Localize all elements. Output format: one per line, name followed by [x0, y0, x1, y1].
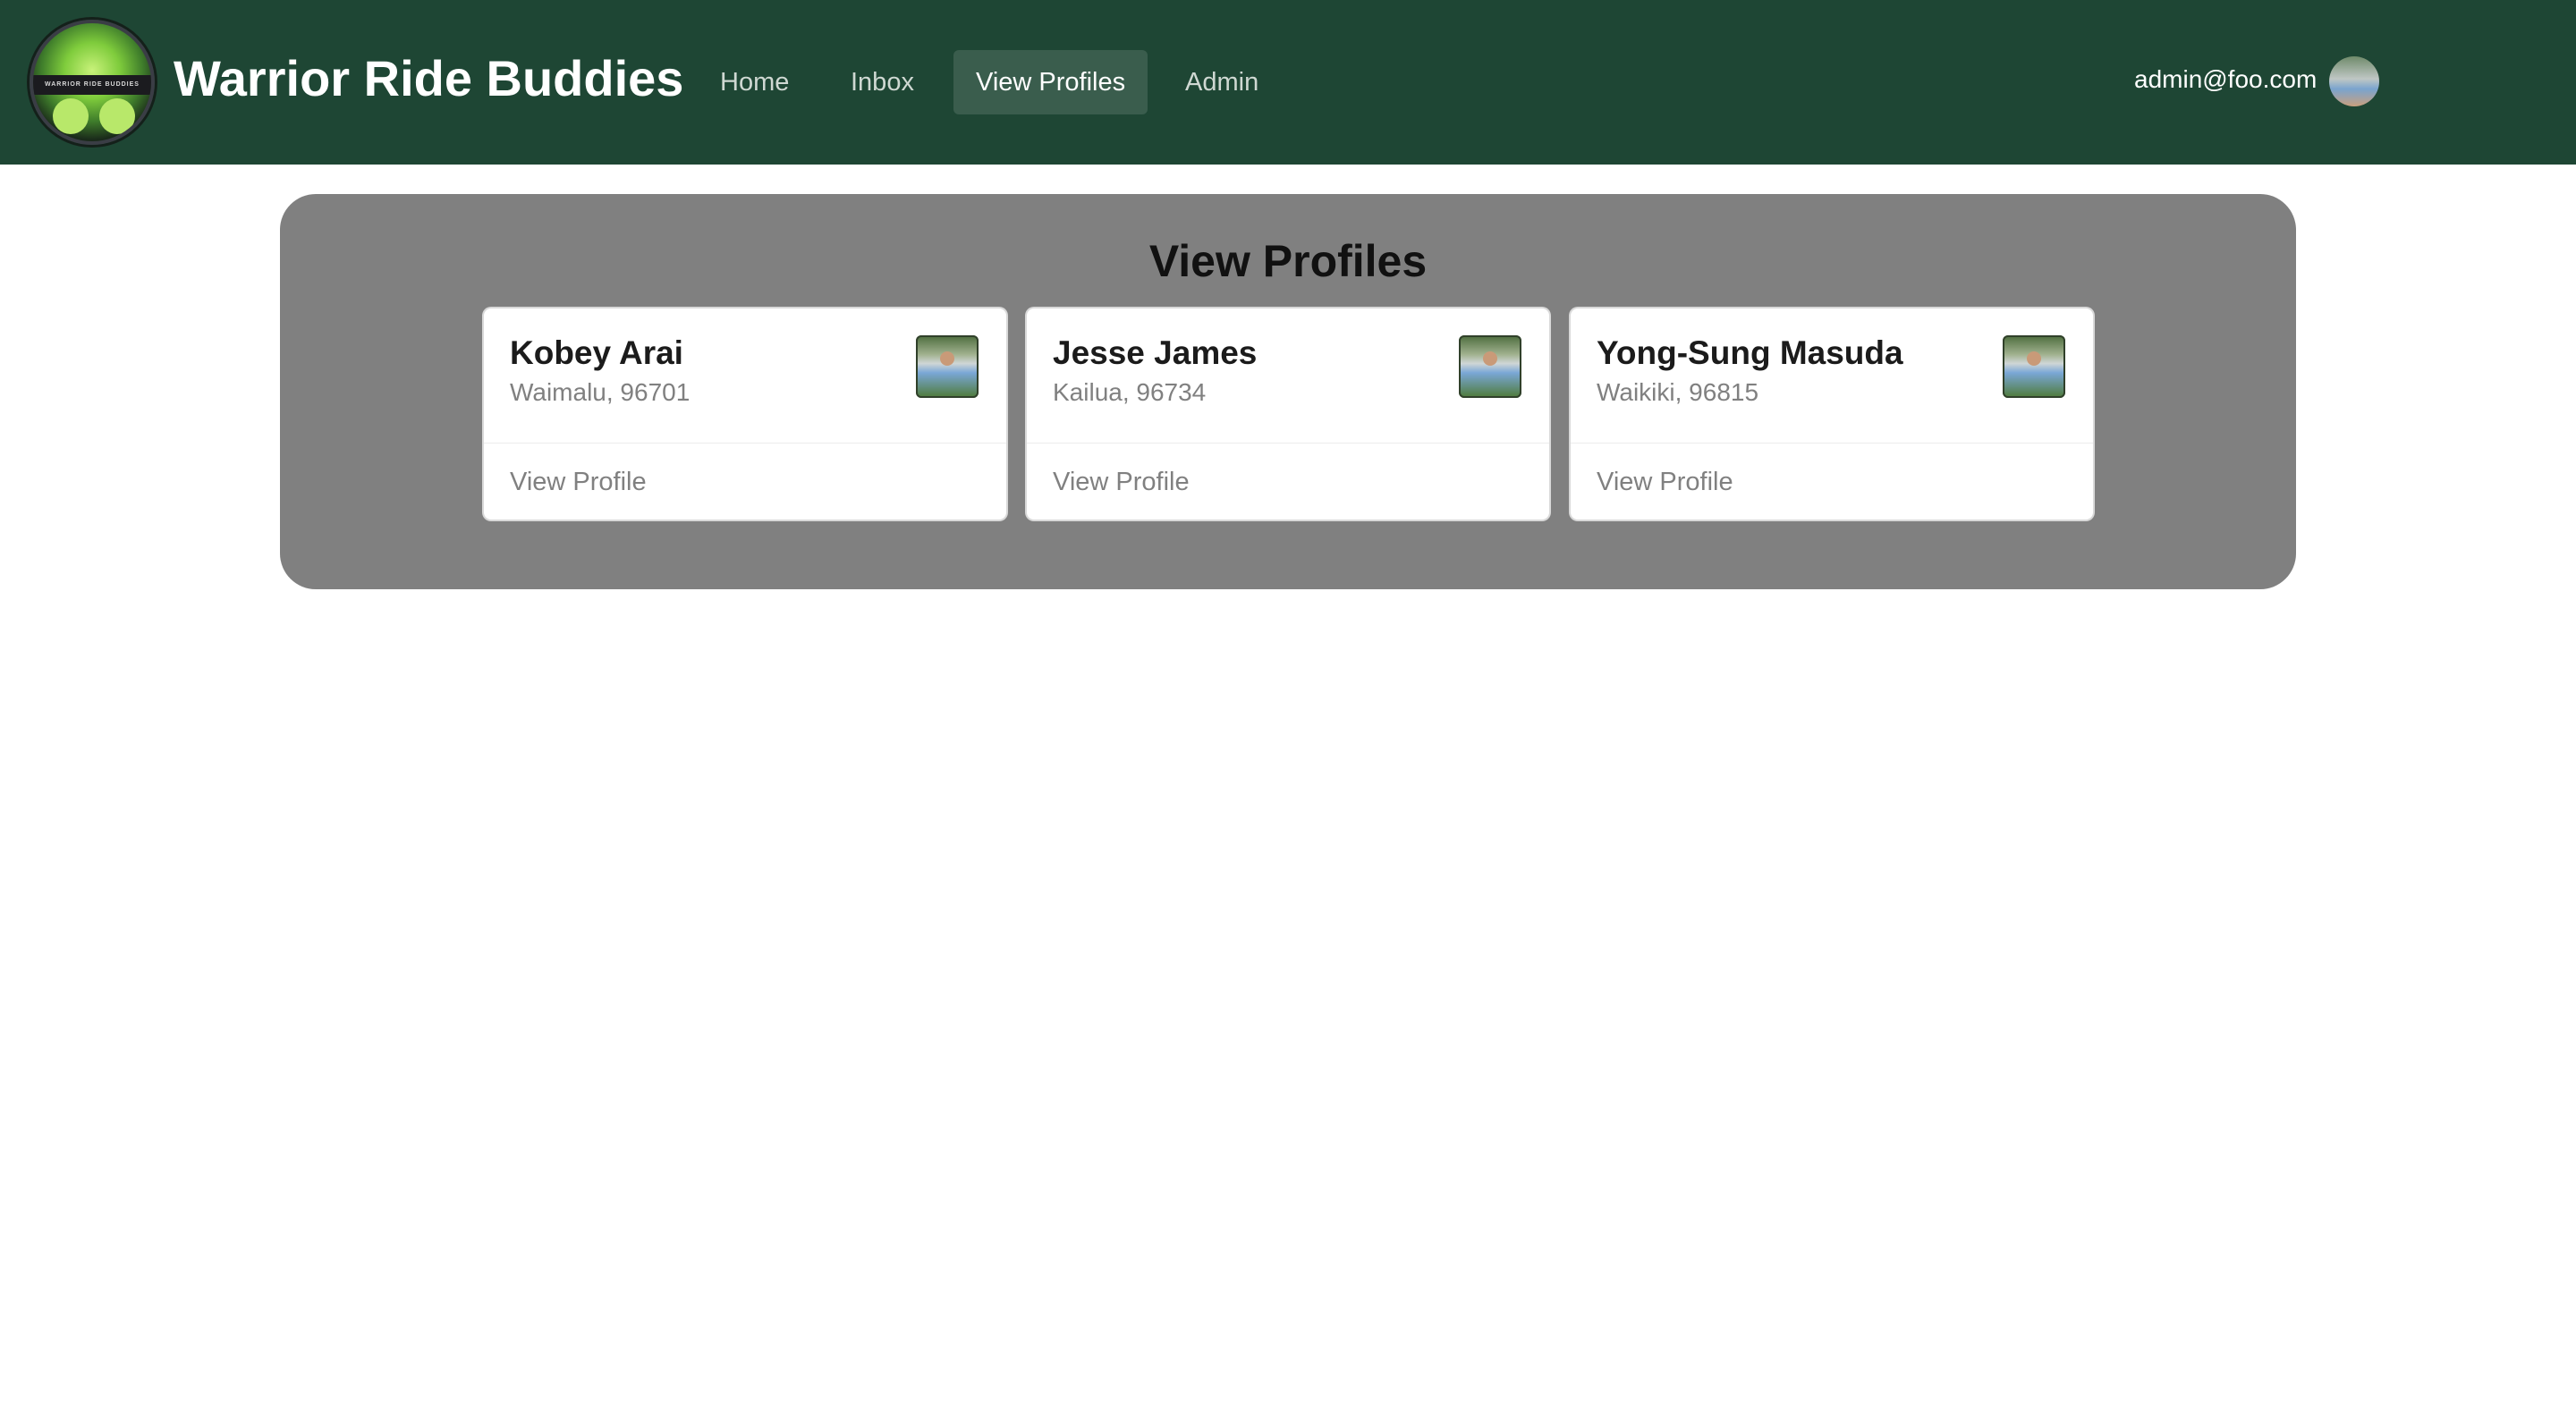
view-profile-link[interactable]: View Profile — [510, 460, 647, 503]
nav-inbox[interactable]: Inbox — [828, 50, 936, 114]
profile-card: Yong-Sung Masuda Waikiki, 96815 View Pro… — [1571, 308, 2093, 520]
view-profile-link[interactable]: View Profile — [1053, 460, 1190, 503]
brand-logo[interactable]: WARRIOR RIDE BUDDIES — [30, 20, 155, 145]
profile-photo — [2003, 335, 2065, 398]
view-profile-link[interactable]: View Profile — [1597, 460, 1733, 503]
profiles-panel: View Profiles Kobey Arai Waimalu, 96701 … — [280, 194, 2296, 589]
profile-name: Jesse James — [1053, 334, 1258, 371]
logo-text: WARRIOR RIDE BUDDIES — [33, 75, 151, 95]
page-title: View Profiles — [1148, 236, 1428, 286]
user-avatar[interactable] — [2329, 56, 2379, 106]
profile-name: Kobey Arai — [510, 334, 683, 371]
profile-photo — [1459, 335, 1521, 398]
profile-card: Kobey Arai Waimalu, 96701 View Profile — [484, 308, 1006, 520]
user-email[interactable]: admin@foo.com — [2134, 59, 2317, 100]
profile-location: Kailua, 96734 — [1053, 378, 1207, 406]
nav-view-profiles[interactable]: View Profiles — [953, 50, 1148, 114]
top-navbar: WARRIOR RIDE BUDDIES Warrior Ride Buddie… — [0, 0, 2576, 165]
nav-admin[interactable]: Admin — [1163, 50, 1281, 114]
card-divider — [1027, 443, 1549, 444]
nav-home[interactable]: Home — [698, 50, 811, 114]
card-divider — [1571, 443, 2093, 444]
logo-lobe-right — [99, 98, 135, 134]
profile-card: Jesse James Kailua, 96734 View Profile — [1027, 308, 1549, 520]
profile-name: Yong-Sung Masuda — [1597, 334, 1903, 371]
profile-location: Waikiki, 96815 — [1597, 378, 1759, 406]
logo-lobe-left — [53, 98, 89, 134]
card-divider — [484, 443, 1006, 444]
profile-photo — [916, 335, 979, 398]
profile-location: Waimalu, 96701 — [510, 378, 691, 406]
brand-title[interactable]: Warrior Ride Buddies — [174, 46, 683, 111]
